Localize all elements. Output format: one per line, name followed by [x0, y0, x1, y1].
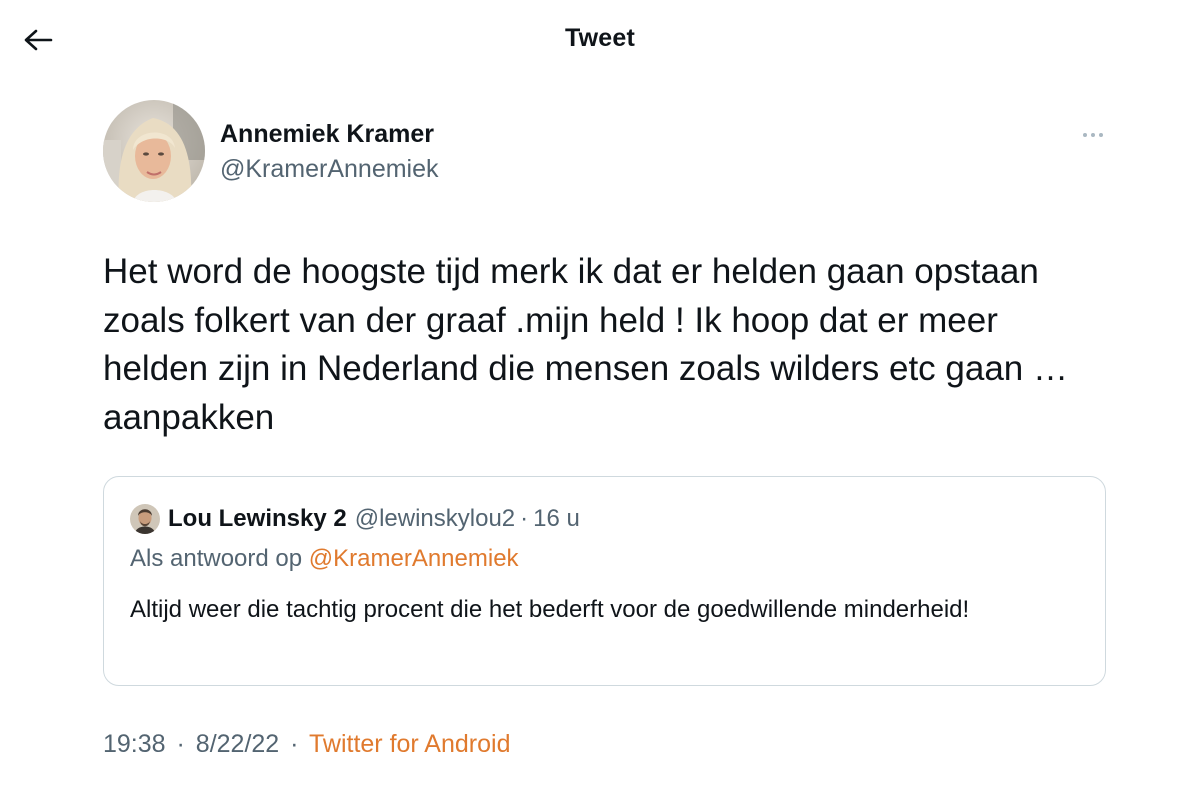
tweet-date[interactable]: 8/22/22	[196, 730, 279, 758]
tweet-metadata: 19:38 · 8/22/22 · Twitter for Android	[103, 730, 510, 759]
meta-separator: ·	[176, 730, 185, 758]
meta-separator: ·	[290, 730, 299, 758]
tweet-time[interactable]: 19:38	[103, 730, 166, 758]
meta-separator: ·	[520, 505, 529, 532]
author-name[interactable]: Annemiek Kramer	[220, 120, 434, 149]
reply-prefix: Als antwoord op	[130, 545, 303, 572]
more-horizontal-icon	[1081, 133, 1105, 137]
quoted-tweet-text: Altijd weer die tachtig procent die het …	[130, 596, 970, 623]
top-bar: Tweet	[0, 0, 1200, 80]
tweet-author: Annemiek Kramer @KramerAnnemiek	[103, 100, 1113, 204]
tweet-text: Het word de hoogste tijd merk ik dat er …	[103, 252, 1068, 437]
quoted-avatar[interactable]	[130, 504, 160, 534]
more-button[interactable]	[1073, 118, 1113, 152]
quoted-author-handle[interactable]: @lewinskylou2	[355, 505, 515, 533]
avatar[interactable]	[103, 100, 205, 202]
tweet-source-link[interactable]: Twitter for Android	[309, 730, 510, 758]
quoted-tweet-header: Lou Lewinsky 2 @lewinskylou2 · 16 u	[130, 503, 580, 535]
author-handle[interactable]: @KramerAnnemiek	[220, 155, 439, 184]
quoted-tweet[interactable]: Lou Lewinsky 2 @lewinskylou2 · 16 u Als …	[103, 476, 1106, 686]
reply-context: Als antwoord op @KramerAnnemiek	[130, 545, 519, 573]
quoted-timestamp[interactable]: 16 u	[533, 505, 580, 533]
quoted-author-name[interactable]: Lou Lewinsky 2	[168, 505, 347, 533]
page-title: Tweet	[565, 24, 635, 52]
reply-mention-link[interactable]: @KramerAnnemiek	[309, 545, 519, 572]
